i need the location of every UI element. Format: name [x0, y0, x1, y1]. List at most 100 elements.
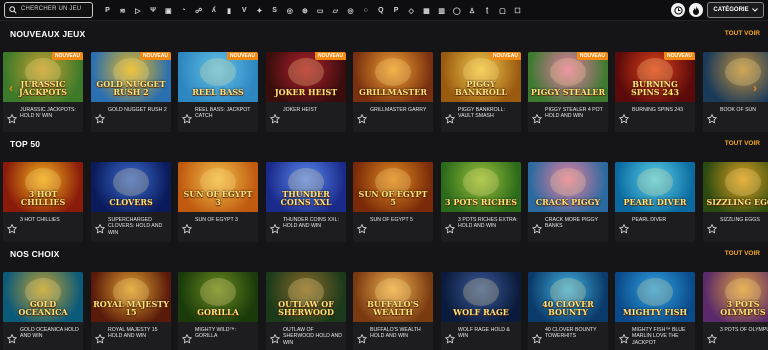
favorite-star-icon[interactable] [94, 111, 106, 124]
game-thumbnail[interactable]: SIZZLING EGGS [703, 162, 768, 212]
favorite-star-icon[interactable] [356, 111, 368, 124]
provider-filter-icon[interactable]: Q [375, 5, 386, 16]
game-thumbnail[interactable]: GOLD NUGGET RUSH 2 NOUVEAU [91, 52, 171, 102]
game-card[interactable]: GOLD NUGGET RUSH 2 NOUVEAU GOLD NUGGET RUS… [91, 52, 171, 132]
game-thumbnail[interactable]: PEARL DIVER [615, 162, 695, 212]
game-card[interactable]: REEL BASS NOUVEAU REEL BASS: JACKPOT CATCH [178, 52, 258, 132]
game-thumbnail[interactable]: GORILLA [178, 272, 258, 322]
provider-filter-icon[interactable]: ▣ [163, 5, 174, 16]
favorite-star-icon[interactable] [531, 111, 543, 124]
favorite-star-icon[interactable] [94, 221, 106, 234]
provider-filter-icon[interactable]: ʈ [482, 5, 493, 16]
game-card[interactable]: ROYAL MAJESTY 15 ROYAL MAJESTY 15 HOLD AN… [91, 272, 171, 350]
search-input[interactable]: CHERCHER UN JEU [4, 2, 93, 18]
game-thumbnail[interactable]: GRILLMASTER [353, 52, 433, 102]
provider-filter-icon[interactable]: V [239, 5, 250, 16]
favorite-star-icon[interactable] [269, 221, 281, 234]
favorite-star-icon[interactable] [618, 221, 630, 234]
category-dropdown[interactable]: CATÉGORIE [707, 2, 764, 18]
game-card[interactable]: OUTLAW OF SHERWOOD OUTLAW OF SHERWOOD HOL… [266, 272, 346, 350]
game-thumbnail[interactable]: JOKER HEIST NOUVEAU [266, 52, 346, 102]
favorite-star-icon[interactable] [269, 111, 281, 124]
game-card[interactable]: 40 CLOVER BOUNTY 40 CLOVER BOUNTY TOWERHI… [528, 272, 608, 350]
provider-filter-icon[interactable]: S [269, 5, 280, 16]
game-card[interactable]: WOLF RAGE WOLF RAGE HOLD & WIN [441, 272, 521, 350]
see-all-our-picks-link[interactable]: TOUT VOIR [725, 250, 760, 257]
provider-filter-icon[interactable]: ʎ [208, 5, 219, 16]
favorite-star-icon[interactable] [706, 111, 718, 124]
game-thumbnail[interactable]: SUN OF EGYPT 5 [353, 162, 433, 212]
see-all-top-50-link[interactable]: TOUT VOIR [725, 140, 760, 147]
favorite-star-icon[interactable] [6, 111, 18, 124]
provider-filter-icon[interactable]: ◎ [345, 5, 356, 16]
game-card[interactable]: PIGGY STEALER NOUVEAU PIGGY STEALER 4 POT … [528, 52, 608, 132]
game-card[interactable]: SUN OF EGYPT 5 SUN OF EGYPT 5 [353, 162, 433, 242]
game-card[interactable]: BURNING SPINS 243 NOUVEAU BURNING SPINS 24… [615, 52, 695, 132]
provider-filter-icon[interactable]: ▮ [224, 5, 235, 16]
favorite-star-icon[interactable] [269, 331, 281, 344]
favorite-star-icon[interactable] [6, 331, 18, 344]
game-thumbnail[interactable]: CLOVERS [91, 162, 171, 212]
favorite-star-icon[interactable] [94, 331, 106, 344]
provider-filter-icon[interactable]: ♙ [467, 5, 478, 16]
game-thumbnail[interactable]: SUN OF EGYPT 3 [178, 162, 258, 212]
game-thumbnail[interactable]: GOLD OCEANICA [3, 272, 83, 322]
provider-filter-icon[interactable]: ◯ [451, 5, 462, 16]
game-thumbnail[interactable]: ROYAL MAJESTY 15 [91, 272, 171, 322]
provider-filter-icon[interactable]: ▥ [436, 5, 447, 16]
game-card[interactable]: GORILLA MIGHTY WILD™: GORILLA [178, 272, 258, 350]
favorite-star-icon[interactable] [706, 331, 718, 344]
favorite-star-icon[interactable] [6, 221, 18, 234]
provider-filter-icon[interactable]: ≋ [117, 5, 128, 16]
game-thumbnail[interactable]: BUFFALO'S WEALTH [353, 272, 433, 322]
favorite-star-icon[interactable] [444, 221, 456, 234]
game-card[interactable]: 3 POTS OLYMPUS 3 POTS OF OLYMPUS [703, 272, 768, 350]
game-thumbnail[interactable]: OUTLAW OF SHERWOOD [266, 272, 346, 322]
game-thumbnail[interactable]: WOLF RAGE [441, 272, 521, 322]
game-card[interactable]: PEARL DIVER PEARL DIVER [615, 162, 695, 242]
game-card[interactable]: SUN OF EGYPT 3 SUN OF EGYPT 3 [178, 162, 258, 242]
provider-filter-icon[interactable]: ○ [360, 5, 371, 16]
game-thumbnail[interactable]: 3 HOT CHILLIES [3, 162, 83, 212]
favorite-star-icon[interactable] [706, 221, 718, 234]
hot-games-button[interactable] [689, 3, 703, 17]
game-thumbnail[interactable]: MIGHTY FISH [615, 272, 695, 322]
favorite-star-icon[interactable] [181, 221, 193, 234]
favorite-star-icon[interactable] [356, 221, 368, 234]
scroll-left-arrow[interactable]: ‹ [6, 78, 16, 98]
provider-filter-icon[interactable]: ⊕ [299, 5, 310, 16]
game-card[interactable]: MIGHTY FISH MIGHTY FISH™ BLUE MARLIN LOVE… [615, 272, 695, 350]
game-card[interactable]: CRACK PIGGY CRACK MORE PIGGY BANKS [528, 162, 608, 242]
game-thumbnail[interactable]: 40 CLOVER BOUNTY [528, 272, 608, 322]
provider-filter-icon[interactable]: ▷ [132, 5, 143, 16]
see-all-new-games-link[interactable]: TOUT VOIR [725, 30, 760, 37]
game-thumbnail[interactable]: THUNDER COINS XXL [266, 162, 346, 212]
game-thumbnail[interactable]: 3 POTS OLYMPUS [703, 272, 768, 322]
provider-filter-icon[interactable]: ▦ [421, 5, 432, 16]
provider-filter-icon[interactable]: ▢ [497, 5, 508, 16]
favorite-star-icon[interactable] [618, 111, 630, 124]
provider-filter-icon[interactable]: ◎ [284, 5, 295, 16]
provider-filter-icon[interactable]: ▭ [315, 5, 326, 16]
game-card[interactable]: GRILLMASTER GRILLMASTER GARRY [353, 52, 433, 132]
recent-clock-button[interactable] [671, 3, 685, 17]
provider-filter-icon[interactable]: ◔ [178, 5, 189, 16]
game-thumbnail[interactable]: CRACK PIGGY [528, 162, 608, 212]
provider-filter-icon[interactable]: P [391, 5, 402, 16]
favorite-star-icon[interactable] [444, 331, 456, 344]
provider-filter-icon[interactable]: ▱ [330, 5, 341, 16]
favorite-star-icon[interactable] [531, 221, 543, 234]
game-card[interactable]: JOKER HEIST NOUVEAU JOKER HEIST [266, 52, 346, 132]
game-card[interactable]: PIGGY BANKROLL NOUVEAU PIGGY BANKROLL: VAU… [441, 52, 521, 132]
provider-filter-icon[interactable]: Ψ [148, 5, 159, 16]
game-card[interactable]: CLOVERS SUPERCHARGED CLOVERS: HOLD AND WI… [91, 162, 171, 242]
game-thumbnail[interactable]: PIGGY STEALER NOUVEAU [528, 52, 608, 102]
game-thumbnail[interactable]: BURNING SPINS 243 NOUVEAU [615, 52, 695, 102]
game-thumbnail[interactable]: PIGGY BANKROLL NOUVEAU [441, 52, 521, 102]
game-card[interactable]: SIZZLING EGGS SIZZLING EGGS [703, 162, 768, 242]
game-card[interactable]: 3 HOT CHILLIES 3 HOT CHILLIES [3, 162, 83, 242]
game-card[interactable]: THUNDER COINS XXL THUNDER COINS XXL: HOLD… [266, 162, 346, 242]
favorite-star-icon[interactable] [181, 331, 193, 344]
game-card[interactable]: 3 POTS RICHES 3 POTS RICHES EXTRA: HOLD A… [441, 162, 521, 242]
game-thumbnail[interactable]: 3 POTS RICHES [441, 162, 521, 212]
